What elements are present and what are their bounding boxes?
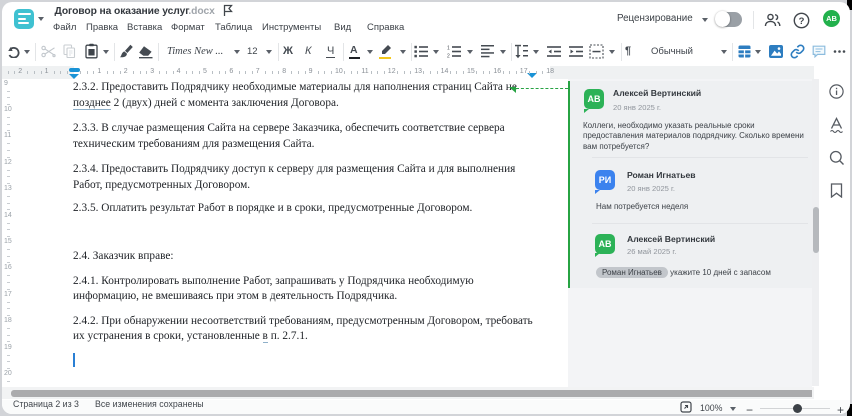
svg-text:1: 1 bbox=[447, 45, 450, 51]
svg-text:2: 2 bbox=[447, 53, 450, 57]
